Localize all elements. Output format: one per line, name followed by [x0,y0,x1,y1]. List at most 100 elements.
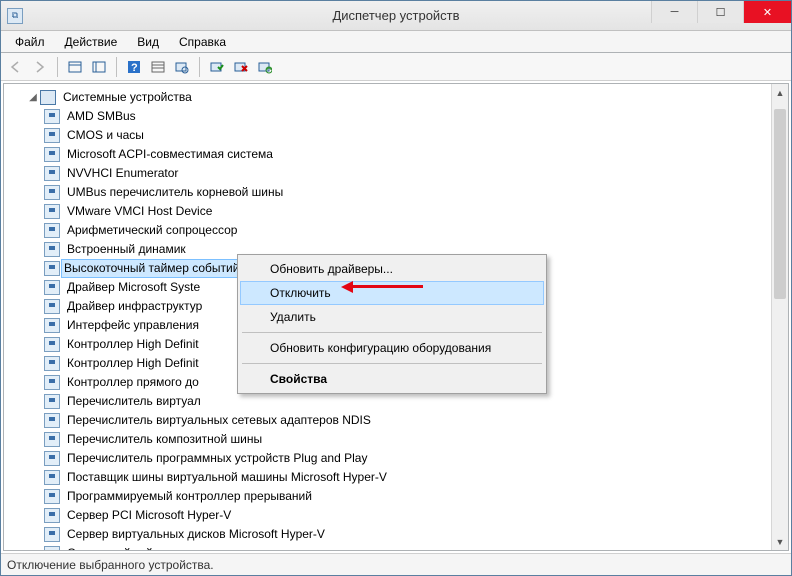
menu-action[interactable]: Действие [55,33,128,51]
device-icon [44,223,60,238]
context-menu-item[interactable]: Свойства [240,367,544,391]
device-label: Перечислитель виртуальных сетевых адапте… [64,411,374,430]
device-label: UMBus перечислитель корневой шины [64,183,286,202]
tree-item[interactable]: AMD SMBus [44,107,788,126]
device-icon [44,508,60,523]
device-label: Контроллер прямого до [64,373,202,392]
scroll-track[interactable] [772,101,788,533]
maximize-button[interactable]: ☐ [697,1,743,23]
device-icon [44,356,60,371]
toolbar-separator [199,57,200,77]
toolbar: ? [1,53,791,81]
menu-file[interactable]: Файл [5,33,55,51]
enable-device-button[interactable] [206,56,228,78]
show-hidden-button[interactable] [64,56,86,78]
device-icon [44,147,60,162]
tree-item[interactable]: Microsoft ACPI-совместимая система [44,145,788,164]
tree-item[interactable]: Программируемый контроллер прерываний [44,487,788,506]
view-mode-button[interactable] [147,56,169,78]
device-icon [44,299,60,314]
device-label: Высокоточный таймер событий [61,259,242,278]
device-label: VMware VMCI Host Device [64,202,215,221]
properties-button[interactable] [88,56,110,78]
device-icon [44,242,60,257]
device-icon [44,546,60,551]
device-label: Сервер PCI Microsoft Hyper-V [64,506,234,525]
device-label: Драйвер Microsoft Syste [64,278,203,297]
device-label: Перечислитель виртуал [64,392,204,411]
context-menu-separator [242,363,542,364]
tree-item[interactable]: Перечислитель виртуал [44,392,788,411]
device-icon [44,185,60,200]
menu-help[interactable]: Справка [169,33,236,51]
device-label: Контроллер High Definit [64,335,202,354]
client-area: ◢ Системные устройства AMD SMBusCMOS и ч… [1,81,791,553]
back-button[interactable] [5,56,27,78]
device-icon [44,394,60,409]
device-label: Контроллер High Definit [64,354,202,373]
vertical-scrollbar[interactable]: ▲ ▼ [771,84,788,550]
tree-item[interactable]: VMware VMCI Host Device [44,202,788,221]
device-icon [44,166,60,181]
tree-item[interactable]: Перечислитель композитной шины [44,430,788,449]
context-menu-item[interactable]: Обновить драйверы... [240,257,544,281]
category-icon [40,90,56,105]
uninstall-device-button[interactable] [254,56,276,78]
tree-item[interactable]: NVVHCI Enumerator [44,164,788,183]
svg-text:?: ? [131,62,138,74]
device-label: Перечислитель программных устройств Plug… [64,449,370,468]
scroll-thumb[interactable] [774,109,786,299]
tree-item[interactable]: Системный таймер [44,544,788,551]
device-icon [44,375,60,390]
minimize-button[interactable]: ─ [651,1,697,23]
device-label: Microsoft ACPI-совместимая система [64,145,276,164]
toolbar-separator [116,57,117,77]
help-button[interactable]: ? [123,56,145,78]
device-icon [44,470,60,485]
app-icon: ⧉ [7,8,23,24]
device-label: Встроенный динамик [64,240,189,259]
device-icon [44,527,60,542]
device-label: Системный таймер [64,544,177,551]
device-icon [44,280,60,295]
context-menu-item[interactable]: Удалить [240,305,544,329]
device-icon [44,451,60,466]
tree-category[interactable]: ◢ Системные устройства [8,88,788,107]
forward-button[interactable] [29,56,51,78]
device-label: CMOS и часы [64,126,147,145]
tree-item[interactable]: UMBus перечислитель корневой шины [44,183,788,202]
tree-item[interactable]: Поставщик шины виртуальной машины Micros… [44,468,788,487]
disable-device-button[interactable] [230,56,252,78]
scan-hardware-button[interactable] [171,56,193,78]
device-label: Перечислитель композитной шины [64,430,265,449]
collapse-icon[interactable]: ◢ [26,89,40,106]
tree-item[interactable]: CMOS и часы [44,126,788,145]
tree-item[interactable]: Перечислитель виртуальных сетевых адапте… [44,411,788,430]
device-icon [44,109,60,124]
tree-item[interactable]: Арифметический сопроцессор [44,221,788,240]
titlebar: ⧉ Диспетчер устройств ─ ☐ ✕ [1,1,791,31]
device-label: Интерфейс управления [64,316,202,335]
scroll-up-icon[interactable]: ▲ [772,84,788,101]
device-icon [44,432,60,447]
device-icon [44,128,60,143]
device-label: NVVHCI Enumerator [64,164,181,183]
toolbar-separator [57,57,58,77]
device-label: Арифметический сопроцессор [64,221,240,240]
menubar: Файл Действие Вид Справка [1,31,791,53]
close-button[interactable]: ✕ [743,1,791,23]
device-icon [44,413,60,428]
window-controls: ─ ☐ ✕ [651,1,791,30]
device-icon [44,489,60,504]
tree-item[interactable]: Перечислитель программных устройств Plug… [44,449,788,468]
context-menu-item[interactable]: Обновить конфигурацию оборудования [240,336,544,360]
tree-item[interactable]: Сервер виртуальных дисков Microsoft Hype… [44,525,788,544]
statusbar: Отключение выбранного устройства. [1,553,791,575]
menu-view[interactable]: Вид [127,33,169,51]
device-label: Программируемый контроллер прерываний [64,487,315,506]
device-icon [44,261,60,276]
tree-item[interactable]: Сервер PCI Microsoft Hyper-V [44,506,788,525]
device-tree-panel: ◢ Системные устройства AMD SMBusCMOS и ч… [3,83,789,551]
scroll-down-icon[interactable]: ▼ [772,533,788,550]
context-menu-item[interactable]: Отключить [240,281,544,305]
